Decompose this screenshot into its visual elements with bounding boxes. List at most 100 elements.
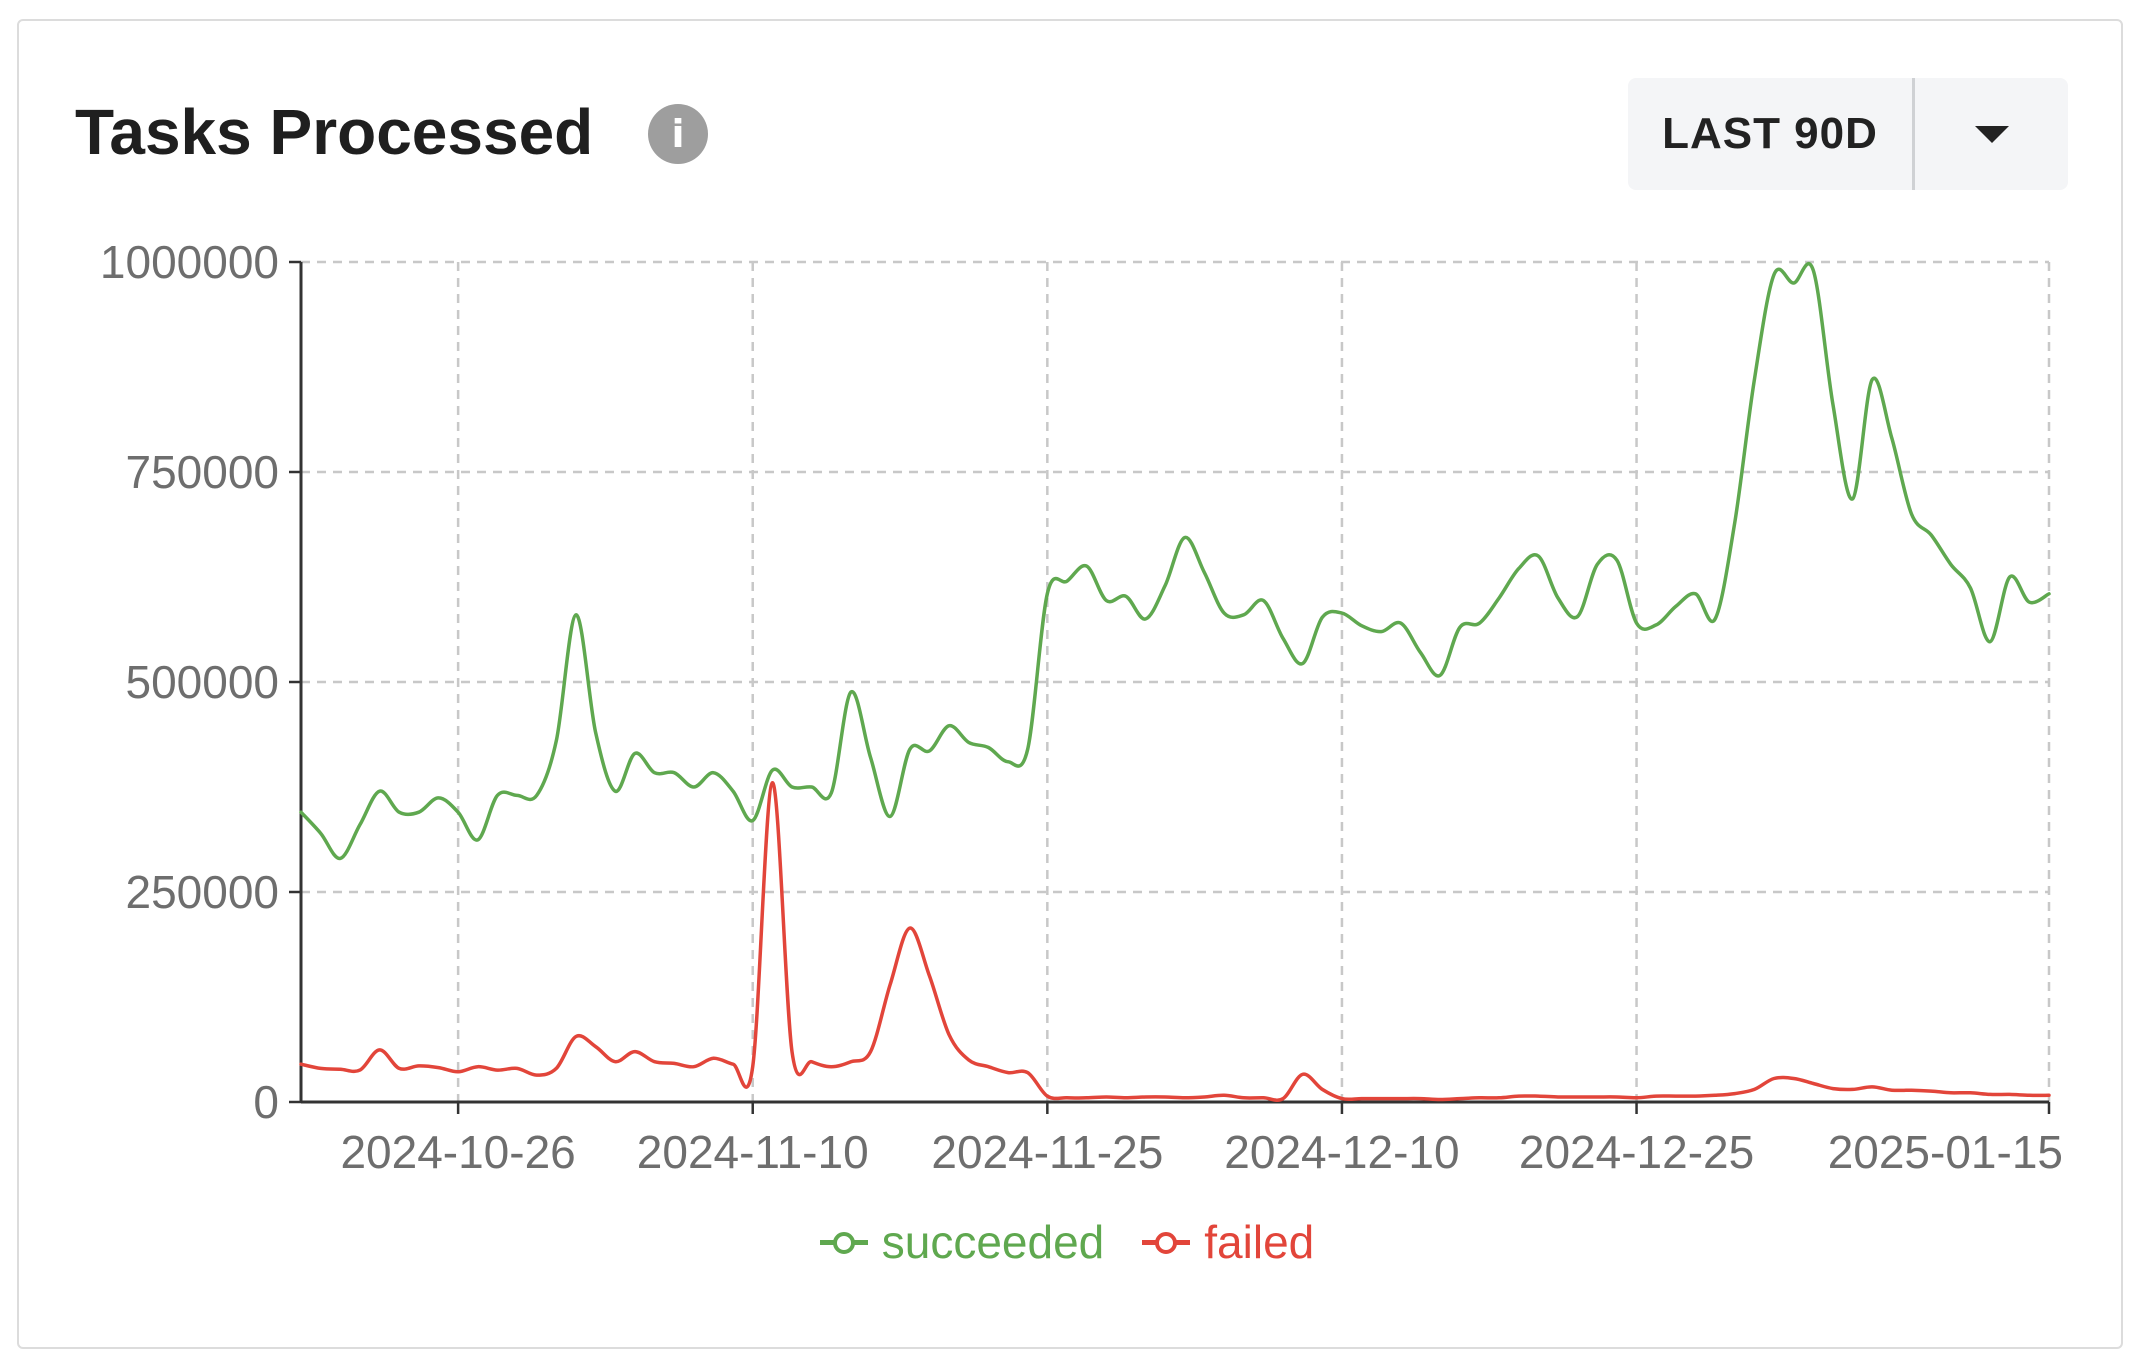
data-point-succeeded (766, 764, 778, 776)
data-point-succeeded (1532, 550, 1544, 562)
data-point-failed (865, 1046, 877, 1058)
data-point-failed (825, 1061, 837, 1073)
data-point-failed (1964, 1087, 1976, 1099)
data-point-failed (1356, 1093, 1368, 1105)
legend-item-failed[interactable]: failed (1142, 1215, 1314, 1269)
y-tick-label: 1000000 (100, 236, 279, 288)
data-point-failed (707, 1052, 719, 1064)
data-point-failed (747, 1061, 759, 1073)
data-point-failed (1159, 1091, 1171, 1103)
data-point-failed (904, 922, 916, 934)
legend-label-succeeded: succeeded (881, 1216, 1105, 1268)
data-point-failed (2043, 1089, 2055, 1101)
data-point-failed (472, 1061, 484, 1073)
data-point-succeeded (1120, 590, 1132, 602)
data-point-failed (884, 978, 896, 990)
data-point-succeeded (1238, 609, 1250, 621)
data-point-succeeded (1395, 617, 1407, 629)
data-point-failed (1650, 1090, 1662, 1102)
data-point-succeeded (1552, 592, 1564, 604)
data-point-succeeded (688, 781, 700, 793)
data-point-succeeded (2043, 588, 2055, 600)
data-point-failed (315, 1062, 327, 1074)
legend-item-succeeded[interactable]: succeeded (819, 1215, 1105, 1269)
data-point-failed (1611, 1091, 1623, 1103)
legend-swatch-failed (1142, 1232, 1191, 1254)
data-point-succeeded (374, 785, 386, 797)
data-point-failed (1847, 1083, 1859, 1095)
y-tick-label: 250000 (126, 866, 280, 918)
data-point-succeeded (1984, 636, 1996, 648)
data-point-succeeded (963, 737, 975, 749)
data-point-succeeded (1493, 592, 1505, 604)
x-tick-label: 2024-11-25 (931, 1126, 1163, 1178)
x-tick-label: 2024-11-10 (637, 1126, 869, 1178)
data-point-succeeded (1611, 554, 1623, 566)
data-point-succeeded (1847, 493, 1859, 505)
data-point-succeeded (982, 742, 994, 754)
data-point-failed (1100, 1091, 1112, 1103)
data-point-succeeded (904, 743, 916, 755)
data-point-failed (1591, 1091, 1603, 1103)
data-point-succeeded (433, 792, 445, 804)
data-point-failed (1788, 1073, 1800, 1085)
data-point-failed (1552, 1091, 1564, 1103)
data-point-failed (1454, 1093, 1466, 1105)
data-point-succeeded (1964, 582, 1976, 594)
data-point-succeeded (845, 686, 857, 698)
y-tick-label: 0 (253, 1076, 279, 1128)
data-point-failed (1631, 1092, 1643, 1104)
data-point-failed (1984, 1088, 1996, 1100)
chart-legend: succeeded failed (0, 1215, 2134, 1269)
data-point-succeeded (1572, 611, 1584, 623)
y-tick-label: 750000 (126, 446, 280, 498)
data-point-failed (413, 1060, 425, 1072)
data-point-failed (1473, 1092, 1485, 1104)
data-point-succeeded (1690, 588, 1702, 600)
data-point-succeeded (747, 815, 759, 827)
data-point-succeeded (1768, 269, 1780, 281)
data-point-failed (1532, 1090, 1544, 1102)
data-point-failed (393, 1062, 405, 1074)
data-point-failed (1729, 1088, 1741, 1100)
data-point-failed (1140, 1091, 1152, 1103)
data-point-failed (1120, 1092, 1132, 1104)
data-point-failed (1081, 1092, 1093, 1104)
data-point-succeeded (1709, 613, 1721, 625)
data-point-failed (1906, 1084, 1918, 1096)
data-point-succeeded (1945, 558, 1957, 570)
data-point-failed (570, 1031, 582, 1043)
data-point-failed (1257, 1092, 1269, 1104)
data-point-succeeded (1434, 669, 1446, 681)
data-point-succeeded (1886, 432, 1898, 444)
data-point-failed (1513, 1090, 1525, 1102)
data-point-succeeded (315, 827, 327, 839)
data-point-succeeded (1022, 743, 1034, 755)
data-point-succeeded (1356, 620, 1368, 632)
data-point-succeeded (1041, 588, 1053, 600)
data-point-failed (1061, 1092, 1073, 1104)
data-point-succeeded (334, 852, 346, 864)
data-point-failed (649, 1056, 661, 1068)
data-point-failed (1041, 1090, 1053, 1102)
data-point-succeeded (1729, 516, 1741, 528)
data-point-failed (1690, 1090, 1702, 1102)
data-point-failed (590, 1041, 602, 1053)
data-point-succeeded (649, 767, 661, 779)
data-point-failed (2004, 1088, 2016, 1100)
data-point-succeeded (511, 789, 523, 801)
data-point-succeeded (609, 785, 621, 797)
x-tick-label: 2024-12-10 (1224, 1126, 1459, 1178)
data-point-succeeded (806, 781, 818, 793)
data-point-failed (1218, 1089, 1230, 1101)
data-point-failed (1827, 1083, 1839, 1095)
data-point-succeeded (1257, 595, 1269, 607)
data-point-succeeded (865, 752, 877, 764)
y-tick-label: 500000 (126, 656, 280, 708)
data-point-succeeded (1670, 600, 1682, 612)
data-point-succeeded (1906, 508, 1918, 520)
data-point-succeeded (924, 745, 936, 757)
data-point-succeeded (1159, 579, 1171, 591)
data-point-succeeded (1650, 619, 1662, 631)
data-point-failed (629, 1046, 641, 1058)
